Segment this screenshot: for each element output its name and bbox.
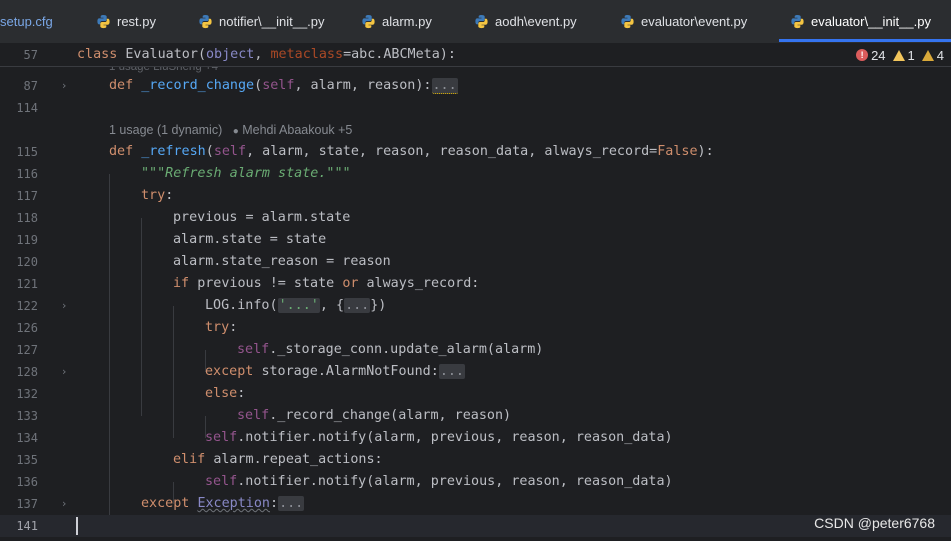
code-line-119: alarm.state = state — [173, 232, 327, 247]
indent-guide — [141, 218, 142, 416]
fold-chevron-icon[interactable]: › — [62, 361, 72, 383]
warning-count[interactable]: 1 — [892, 48, 915, 63]
line-number: 119 — [16, 233, 38, 247]
line-number: 136 — [16, 475, 38, 489]
tab-label: setup.cfg — [0, 14, 53, 29]
code-line-120: alarm.state_reason = reason — [173, 254, 391, 269]
code-line-136: self.notifier.notify(alarm, previous, re… — [205, 474, 673, 489]
line-number: 141 — [16, 519, 38, 533]
code-line-115: def _refresh(self, alarm, state, reason,… — [109, 144, 714, 159]
folded-region[interactable]: ... — [431, 78, 458, 94]
error-count[interactable]: ! 24 — [856, 48, 886, 63]
line-number: 134 — [16, 431, 38, 445]
line-number: 57 — [23, 48, 38, 62]
line-number: 121 — [16, 277, 38, 291]
line-number: 120 — [16, 255, 38, 269]
author-icon: ● — [232, 126, 239, 137]
text-caret — [76, 517, 78, 535]
weak-warning-count[interactable]: 4 — [921, 48, 944, 63]
sticky-code-line: class Evaluator(object, metaclass=abc.AB… — [77, 47, 456, 62]
line-number: 132 — [16, 387, 38, 401]
code-line-87: def _record_change(self, alarm, reason):… — [109, 78, 458, 94]
code-line-135: elif alarm.repeat_actions: — [173, 452, 383, 467]
line-number: 114 — [16, 101, 38, 115]
usage-inlay[interactable]: 1 usage (1 dynamic) ● Mehdi Abaakouk +5 — [109, 119, 352, 141]
code-line-122: LOG.info('...', {...}) — [205, 298, 387, 313]
folded-region[interactable]: ... — [278, 496, 305, 511]
tab-label: evaluator\__init__.py — [811, 14, 931, 29]
python-file-icon — [362, 14, 375, 29]
line-number: 115 — [16, 145, 38, 159]
line-number: 135 — [16, 453, 38, 467]
folded-region[interactable]: '...' — [277, 298, 320, 313]
code-line-137: except Exception:... — [141, 496, 305, 511]
code-line-118: previous = alarm.state — [173, 210, 351, 225]
fold-chevron-icon[interactable]: › — [62, 75, 72, 97]
indent-guide — [173, 306, 174, 438]
code-line-116: """Refresh alarm state.""" — [141, 166, 351, 181]
python-file-icon — [791, 14, 804, 29]
folded-region[interactable]: ... — [438, 364, 465, 379]
line-number: 116 — [16, 167, 38, 181]
python-file-icon — [475, 14, 488, 29]
tab-setup-cfg[interactable]: setup.cfg — [0, 0, 53, 43]
inspection-widget[interactable]: ! 24 1 4 — [850, 44, 951, 66]
line-number: 118 — [16, 211, 38, 225]
tab-aodh-event[interactable]: aodh\event.py — [474, 0, 577, 43]
code-line-117: try: — [141, 188, 174, 203]
tab-evaluator-init[interactable]: evaluator\__init__.py — [790, 0, 931, 43]
python-file-icon — [199, 14, 212, 29]
line-number: 128 — [16, 365, 38, 379]
tab-notifier-init[interactable]: notifier\__init__.py — [198, 0, 325, 43]
python-file-icon — [97, 14, 110, 29]
weak-warning-icon — [921, 49, 934, 61]
tab-rest-py[interactable]: rest.py — [96, 0, 156, 43]
line-number: 127 — [16, 343, 38, 357]
line-number: 133 — [16, 409, 38, 423]
active-tab-indicator — [779, 39, 951, 42]
indent-guide — [109, 174, 110, 526]
python-file-icon — [621, 14, 634, 29]
error-icon: ! — [856, 49, 869, 61]
code-line-121: if previous != state or always_record: — [173, 276, 480, 291]
folded-region[interactable]: ... — [344, 298, 371, 313]
tab-alarm-py[interactable]: alarm.py — [361, 0, 432, 43]
line-number: 122 — [16, 299, 38, 313]
line-number: 126 — [16, 321, 38, 335]
fold-chevron-icon[interactable]: › — [62, 295, 72, 317]
line-number: 117 — [16, 189, 38, 203]
code-line-126: try: — [205, 320, 238, 335]
tab-label: rest.py — [117, 14, 157, 29]
tab-label: aodh\event.py — [495, 14, 577, 29]
tab-label: evaluator\event.py — [641, 14, 748, 29]
code-line-127: self._storage_conn.update_alarm(alarm) — [237, 342, 544, 357]
fold-chevron-icon[interactable]: › — [62, 493, 72, 515]
editor-tab-bar: setup.cfg rest.py notifier\__init__.py a… — [0, 0, 951, 44]
code-line-132: else: — [205, 386, 246, 401]
sticky-scope-header[interactable]: 57 class Evaluator(object, metaclass=abc… — [0, 44, 951, 67]
tab-label: notifier\__init__.py — [219, 14, 325, 29]
watermark: CSDN @peter6768 — [814, 515, 935, 531]
warning-icon — [892, 49, 905, 61]
line-number: 137 — [16, 497, 38, 511]
code-editor[interactable]: 1 usage LiuSheng +4 87 › def _record_cha… — [0, 44, 951, 541]
current-line-highlight — [0, 515, 951, 537]
tab-evaluator-event[interactable]: evaluator\event.py — [620, 0, 747, 43]
code-line-133: self._record_change(alarm, reason) — [237, 408, 512, 423]
code-line-134: self.notifier.notify(alarm, previous, re… — [205, 430, 673, 445]
line-number: 87 — [23, 79, 38, 93]
code-line-128: except storage.AlarmNotFound:... — [205, 364, 465, 379]
tab-label: alarm.py — [382, 14, 432, 29]
